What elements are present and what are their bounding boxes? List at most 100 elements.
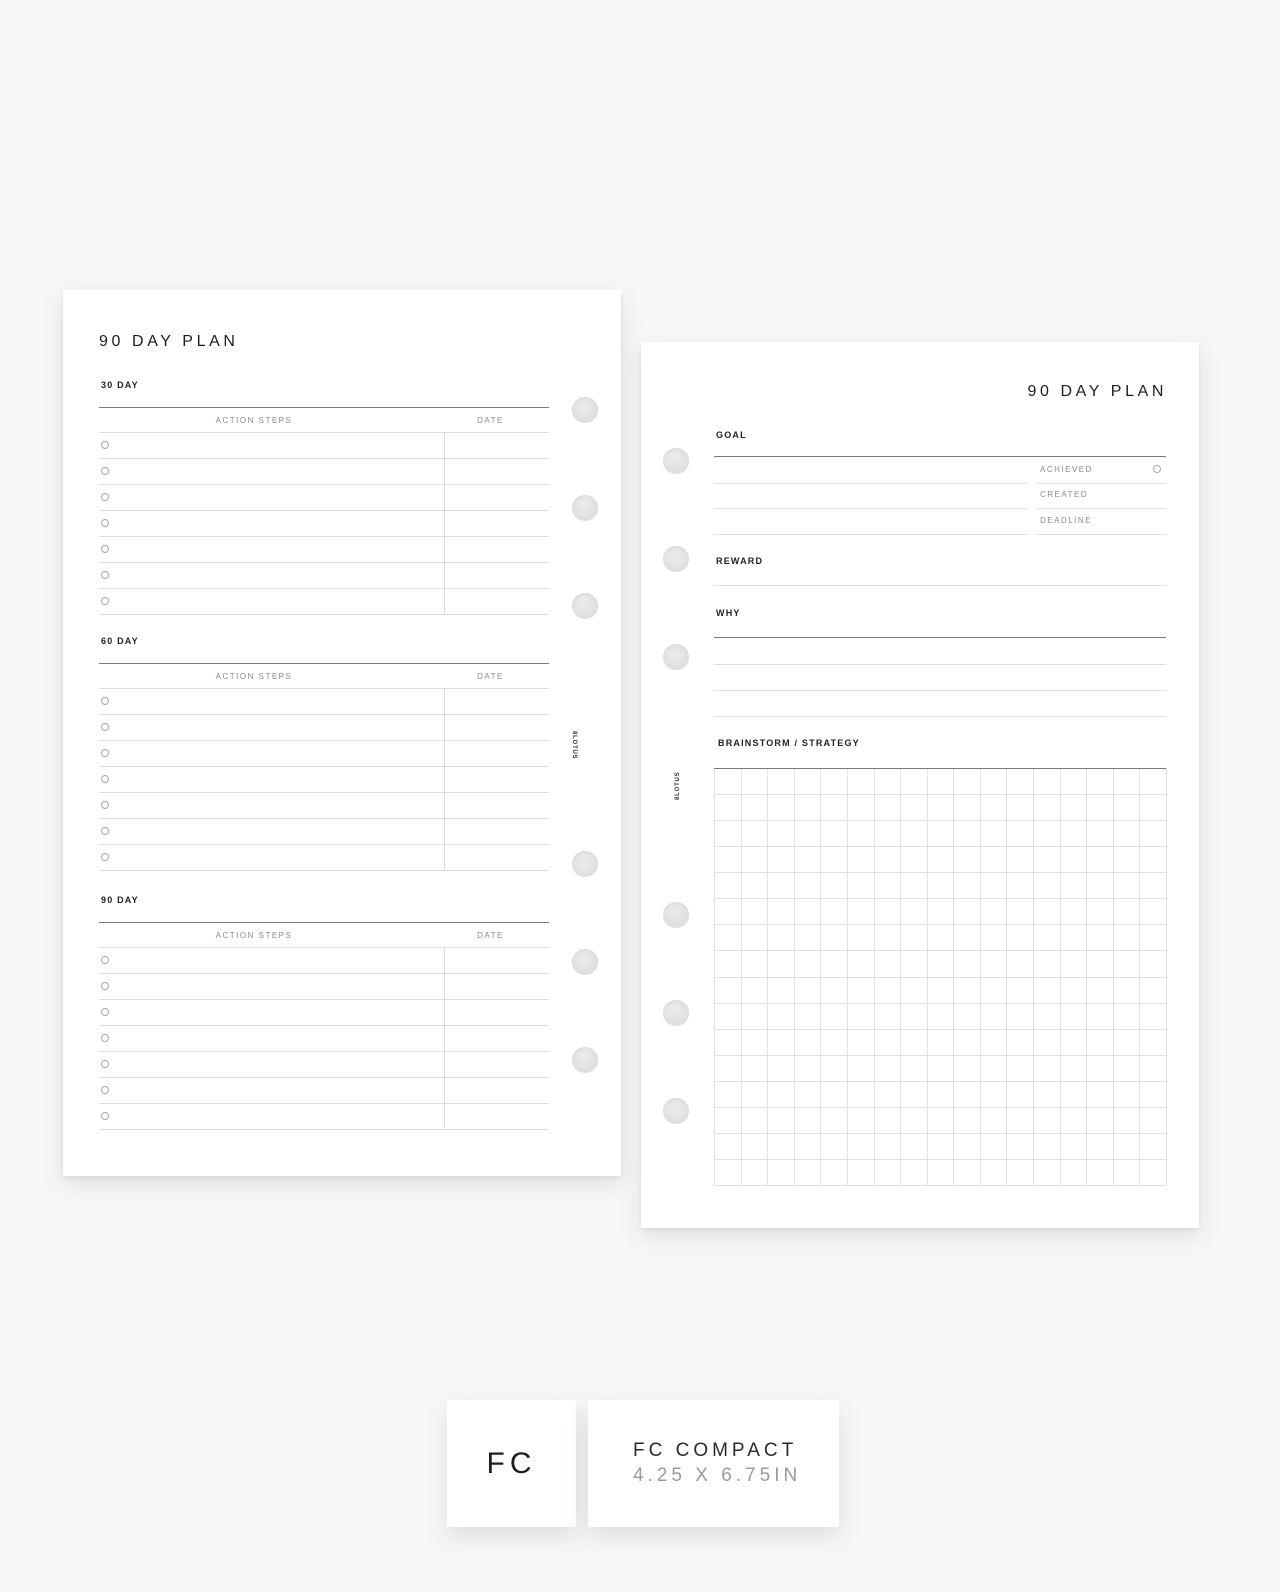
binder-hole bbox=[663, 546, 689, 572]
size-dimensions: 4.25 X 6.75IN bbox=[633, 1465, 802, 1486]
grid-line-horizontal bbox=[714, 1081, 1166, 1082]
checkbox-circle-icon[interactable] bbox=[101, 801, 109, 809]
action-step-row[interactable] bbox=[99, 714, 549, 741]
action-step-row[interactable] bbox=[99, 1077, 549, 1104]
checkbox-circle-icon[interactable] bbox=[101, 545, 109, 553]
goal-meta-line[interactable] bbox=[1037, 508, 1166, 509]
checkbox-circle-icon[interactable] bbox=[101, 723, 109, 731]
checkbox-circle-icon[interactable] bbox=[101, 519, 109, 527]
section-rule bbox=[99, 407, 549, 408]
section-rule bbox=[99, 663, 549, 664]
action-step-row[interactable] bbox=[99, 792, 549, 819]
checkbox-circle-icon[interactable] bbox=[101, 1086, 109, 1094]
checkbox-circle-icon[interactable] bbox=[101, 775, 109, 783]
action-step-row[interactable] bbox=[99, 844, 549, 871]
goal-rule bbox=[714, 456, 1166, 457]
checkbox-circle-icon[interactable] bbox=[101, 597, 109, 605]
action-step-row[interactable] bbox=[99, 484, 549, 511]
row-line bbox=[99, 614, 549, 615]
grid-line-horizontal bbox=[714, 846, 1166, 847]
why-rule bbox=[714, 637, 1166, 638]
checkbox-circle-icon[interactable] bbox=[101, 827, 109, 835]
checkbox-circle-icon[interactable] bbox=[101, 1112, 109, 1120]
why-line[interactable] bbox=[714, 664, 1166, 665]
grid-line-horizontal bbox=[714, 1159, 1166, 1160]
action-step-row[interactable] bbox=[99, 562, 549, 589]
checkbox-circle-icon[interactable] bbox=[101, 467, 109, 475]
action-step-row[interactable] bbox=[99, 740, 549, 767]
size-name: FC COMPACT bbox=[633, 1440, 798, 1461]
grid-line-horizontal bbox=[714, 768, 1166, 769]
action-step-row[interactable] bbox=[99, 458, 549, 485]
brand-mark: 8LOTUS bbox=[571, 731, 577, 760]
section-rule bbox=[99, 922, 549, 923]
action-step-row[interactable] bbox=[99, 510, 549, 537]
column-header-action-steps: ACTION STEPS bbox=[215, 416, 293, 425]
action-step-row[interactable] bbox=[99, 818, 549, 845]
action-step-row[interactable] bbox=[99, 999, 549, 1026]
action-step-row[interactable] bbox=[99, 766, 549, 793]
grid-line-horizontal bbox=[714, 950, 1166, 951]
binder-hole bbox=[572, 1047, 598, 1073]
checkbox-circle-icon[interactable] bbox=[101, 982, 109, 990]
left-planner-page: 90 DAY PLAN 30 DAY ACTION STEPS DATE 60 DAY… bbox=[63, 290, 621, 1176]
reward-label: REWARD bbox=[716, 556, 764, 566]
checkbox-circle-icon[interactable] bbox=[101, 956, 109, 964]
reward-line[interactable] bbox=[714, 585, 1166, 586]
brand-mark: 8LOTUS bbox=[675, 771, 681, 800]
size-info-card: FC COMPACT 4.25 X 6.75IN bbox=[588, 1400, 839, 1527]
action-step-row[interactable] bbox=[99, 947, 549, 974]
why-line[interactable] bbox=[714, 716, 1166, 717]
column-header-date: DATE bbox=[477, 672, 504, 681]
grid-line-horizontal bbox=[714, 1107, 1166, 1108]
grid-line-horizontal bbox=[714, 1003, 1166, 1004]
column-header-action-steps: ACTION STEPS bbox=[215, 672, 293, 681]
section-label: 90 DAY bbox=[101, 895, 139, 905]
checkbox-circle-icon[interactable] bbox=[101, 441, 109, 449]
goal-meta-line[interactable] bbox=[1037, 534, 1166, 535]
checkbox-circle-icon[interactable] bbox=[101, 1034, 109, 1042]
grid-line-horizontal bbox=[714, 898, 1166, 899]
brainstorm-grid[interactable] bbox=[714, 768, 1167, 1186]
binder-hole bbox=[663, 448, 689, 474]
grid-line-horizontal bbox=[714, 872, 1166, 873]
grid-line-horizontal bbox=[714, 1029, 1166, 1030]
grid-line-vertical bbox=[1166, 768, 1167, 1185]
action-step-row[interactable] bbox=[99, 588, 549, 615]
achieved-checkbox-icon[interactable] bbox=[1153, 465, 1161, 473]
checkbox-circle-icon[interactable] bbox=[101, 493, 109, 501]
goal-meta-label-created: CREATED bbox=[1040, 490, 1089, 499]
grid-line-horizontal bbox=[714, 1185, 1166, 1186]
action-step-row[interactable] bbox=[99, 973, 549, 1000]
checkbox-circle-icon[interactable] bbox=[101, 749, 109, 757]
column-header-action-steps: ACTION STEPS bbox=[215, 931, 293, 940]
action-step-row[interactable] bbox=[99, 1103, 549, 1130]
checkbox-circle-icon[interactable] bbox=[101, 1008, 109, 1016]
action-step-row[interactable] bbox=[99, 1025, 549, 1052]
action-step-row[interactable] bbox=[99, 432, 549, 459]
goal-line[interactable] bbox=[714, 534, 1027, 535]
goal-meta-line[interactable] bbox=[1037, 483, 1166, 484]
checkbox-circle-icon[interactable] bbox=[101, 571, 109, 579]
size-code: FC bbox=[486, 1447, 537, 1480]
brainstorm-label: BRAINSTORM / STRATEGY bbox=[718, 738, 860, 748]
binder-hole bbox=[663, 1098, 689, 1124]
binder-hole bbox=[663, 1000, 689, 1026]
action-step-row[interactable] bbox=[99, 536, 549, 563]
grid-line-horizontal bbox=[714, 820, 1166, 821]
why-line[interactable] bbox=[714, 690, 1166, 691]
goal-meta-label-achieved: ACHIEVED bbox=[1040, 465, 1093, 474]
column-header-date: DATE bbox=[477, 931, 504, 940]
grid-line-horizontal bbox=[714, 794, 1166, 795]
action-step-row[interactable] bbox=[99, 688, 549, 715]
goal-line[interactable] bbox=[714, 483, 1027, 484]
row-line bbox=[99, 1129, 549, 1130]
column-header-date: DATE bbox=[477, 416, 504, 425]
checkbox-circle-icon[interactable] bbox=[101, 1060, 109, 1068]
grid-line-horizontal bbox=[714, 1055, 1166, 1056]
row-line bbox=[99, 870, 549, 871]
goal-line[interactable] bbox=[714, 508, 1027, 509]
action-step-row[interactable] bbox=[99, 1051, 549, 1078]
checkbox-circle-icon[interactable] bbox=[101, 697, 109, 705]
checkbox-circle-icon[interactable] bbox=[101, 853, 109, 861]
